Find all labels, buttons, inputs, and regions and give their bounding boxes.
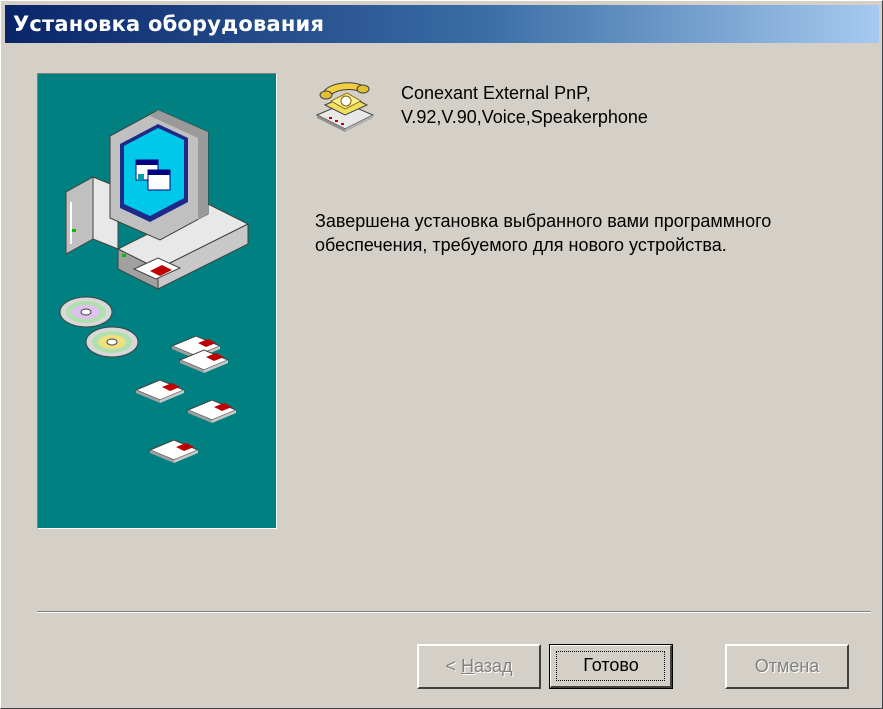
wizard-side-image xyxy=(37,73,277,529)
device-name: Conexant External PnP, V.92,V.90,Voice,S… xyxy=(401,81,648,129)
hardware-wizard-window: Установка оборудования Conexant External… xyxy=(0,0,883,709)
cd-discs-illustration xyxy=(59,296,139,358)
window-title: Установка оборудования xyxy=(13,12,325,36)
back-button-label: азад xyxy=(473,656,513,676)
completion-message: Завершена установка выбранного вами прог… xyxy=(315,211,772,255)
modem-phone-icon xyxy=(313,77,377,133)
back-button-prefix: < xyxy=(445,656,461,676)
device-name-line2: V.92,V.90,Voice,Speakerphone xyxy=(401,107,648,127)
title-bar[interactable]: Установка оборудования xyxy=(5,5,879,43)
finish-button[interactable]: Готово xyxy=(549,644,673,689)
finish-button-label: Готово xyxy=(583,655,639,675)
separator-line xyxy=(37,611,871,613)
cancel-button[interactable]: Отмена xyxy=(725,644,849,689)
floppy-disks-illustration xyxy=(134,335,238,463)
back-button-accesskey: Н xyxy=(460,656,474,676)
cancel-button-label: Отмена xyxy=(754,656,820,676)
back-button[interactable]: < Назад xyxy=(417,644,541,689)
computer-illustration xyxy=(65,109,250,290)
device-name-line1: Conexant External PnP, xyxy=(401,83,591,103)
